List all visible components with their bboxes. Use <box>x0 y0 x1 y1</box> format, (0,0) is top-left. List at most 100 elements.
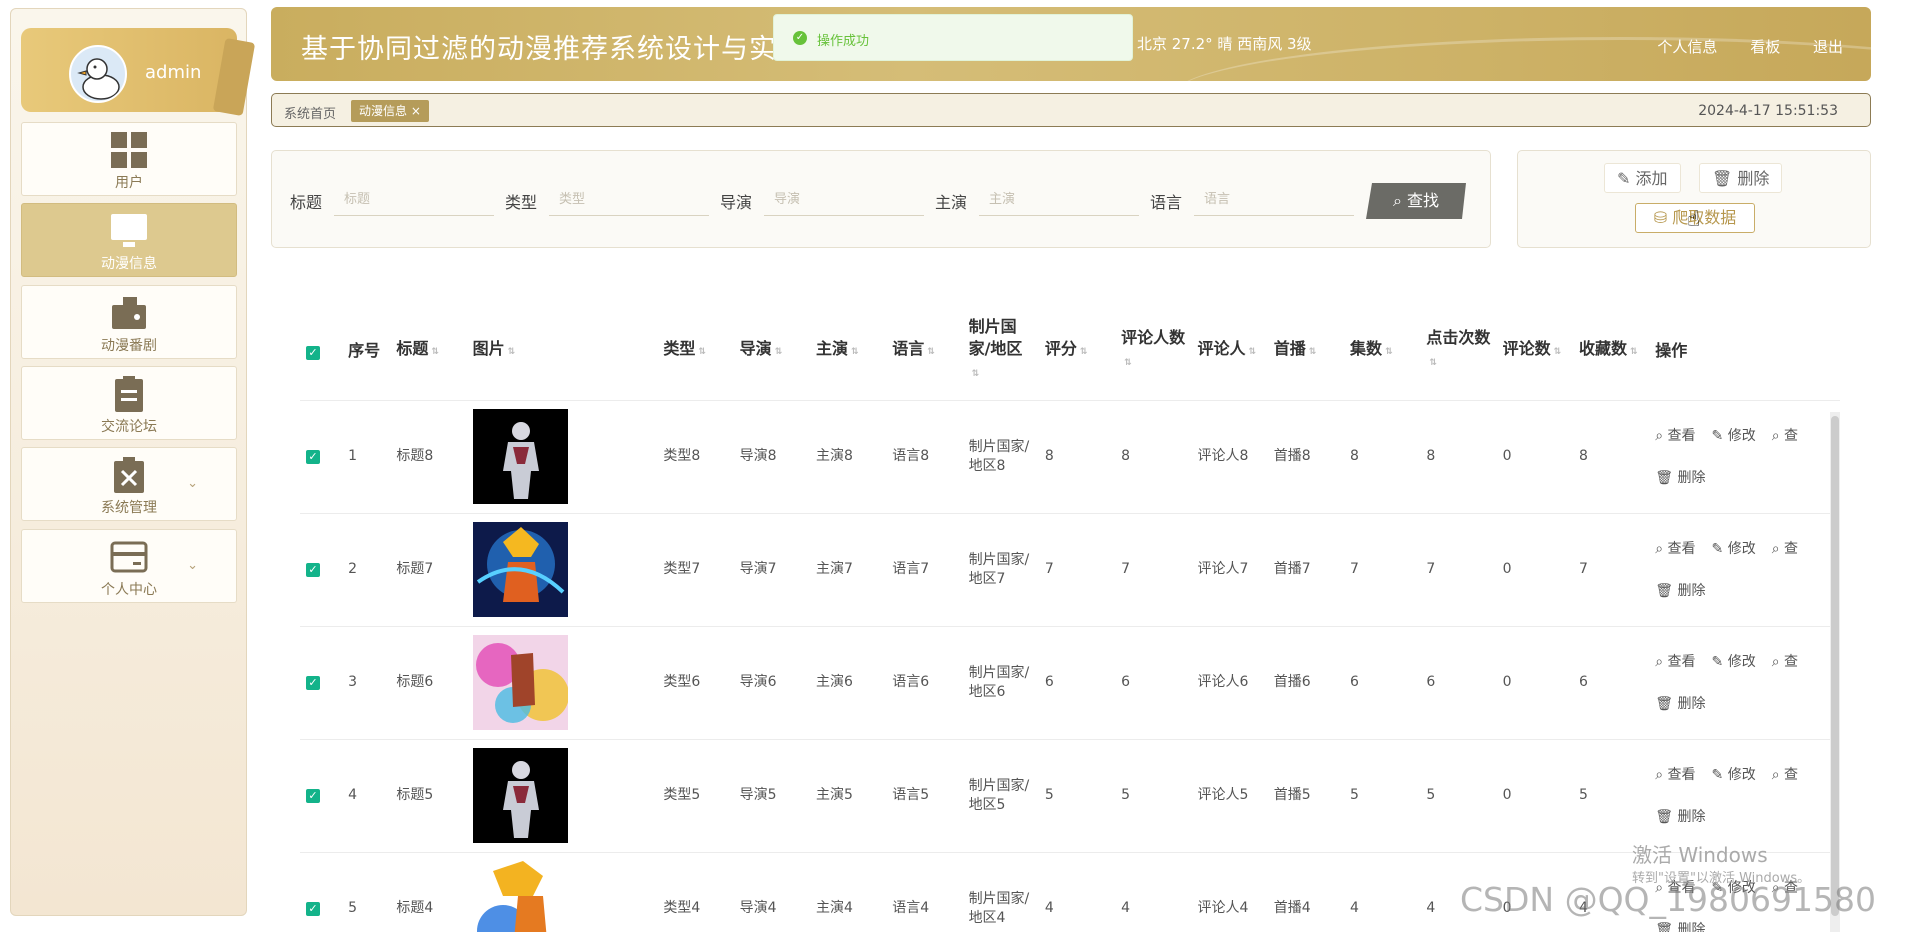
tab-anime-info[interactable]: 动漫信息 × <box>351 100 429 122</box>
sidebar-item-anime-info[interactable]: 动漫信息 <box>21 203 237 277</box>
edit-button[interactable]: ✎ 修改 <box>1712 767 1756 783</box>
type-input[interactable] <box>549 184 709 216</box>
header-comments[interactable]: 评论数 ⇅ <box>1497 302 1573 400</box>
cell-image <box>466 512 658 626</box>
sidebar-item-users[interactable]: 用户 <box>21 122 237 196</box>
database-icon: ⛁ <box>1653 208 1668 227</box>
grid-icon <box>111 132 147 168</box>
search-button[interactable]: ⌕ 查找 <box>1366 183 1466 219</box>
cell-director: 导演5 <box>733 738 810 852</box>
actor-input[interactable] <box>979 184 1139 216</box>
view-button[interactable]: ⌕ 查看 <box>1655 428 1695 444</box>
csdn-watermark: CSDN @QQ_1980691580 <box>1460 880 1876 919</box>
edit-button[interactable]: ✎ 修改 <box>1712 654 1756 670</box>
more-button[interactable]: ⌕ 查 <box>1772 428 1798 444</box>
table-row: ✓ 2 标题7 类型7 导演7 主演7 语言7 制片国家/地区7 7 7 评论人7 首播7 7 7 0 7 ⌕ … <box>300 512 1840 626</box>
sidebar-item-forum[interactable]: 交流论坛 <box>21 366 237 440</box>
sort-icon: ⇅ <box>1429 358 1437 369</box>
sort-icon: ⇅ <box>507 347 516 358</box>
breadcrumb-home[interactable]: 系统首页 <box>284 103 336 122</box>
avatar[interactable] <box>69 45 127 103</box>
add-button[interactable]: ✎ 添加 <box>1604 163 1681 193</box>
header-raters[interactable]: 评论人数⇅ <box>1115 302 1191 400</box>
delete-row-button[interactable]: 🗑 删除 <box>1655 809 1705 825</box>
cell-index: 1 <box>342 399 391 513</box>
cell-index: 3 <box>342 625 391 739</box>
row-checkbox[interactable]: ✓ <box>300 399 343 513</box>
cell-image <box>466 399 658 513</box>
sort-icon: ⇅ <box>971 369 980 380</box>
header-region[interactable]: 制片国家/地区⇅ <box>963 302 1039 400</box>
cell-type: 类型8 <box>657 399 734 513</box>
header-premiere[interactable]: 首播 ⇅ <box>1268 302 1344 400</box>
view-button[interactable]: ⌕ 查看 <box>1655 654 1695 670</box>
cell-director: 导演6 <box>733 625 810 739</box>
header-episodes[interactable]: 集数 ⇅ <box>1344 302 1420 400</box>
cell-favorites: 5 <box>1572 738 1650 852</box>
cell-director: 导演4 <box>733 851 810 932</box>
vertical-scrollbar[interactable] <box>1830 412 1840 932</box>
row-checkbox[interactable]: ✓ <box>300 738 343 852</box>
cell-type: 类型6 <box>657 625 734 739</box>
header-language[interactable]: 语言 ⇅ <box>886 302 962 400</box>
row-checkbox[interactable]: ✓ <box>300 851 343 932</box>
view-button[interactable]: ⌕ 查看 <box>1655 767 1695 783</box>
edit-button[interactable]: ✎ 修改 <box>1712 428 1756 444</box>
header-clicks[interactable]: 点击次数⇅ <box>1420 302 1496 400</box>
more-button[interactable]: ⌕ 查 <box>1772 541 1798 557</box>
sort-icon: ⇅ <box>850 347 859 358</box>
select-all-checkbox[interactable]: ✓ <box>300 302 342 400</box>
cell-clicks: 7 <box>1420 512 1497 626</box>
cell-ops: ⌕ 查看 ✎ 修改 ⌕ 查 🗑 删除 <box>1649 625 1840 739</box>
sort-icon: ⇅ <box>774 347 783 358</box>
sidebar-item-label: 用户 <box>115 175 143 191</box>
header-director[interactable]: 导演 ⇅ <box>734 302 810 400</box>
cell-clicks: 5 <box>1420 738 1497 852</box>
header-reviewer[interactable]: 评论人 ⇅ <box>1191 302 1267 400</box>
header-image[interactable]: 图片 ⇅ <box>467 302 658 400</box>
cell-ops: ⌕ 查看 ✎ 修改 ⌕ 查 🗑 删除 <box>1649 399 1840 513</box>
sort-icon: ⇅ <box>1553 347 1562 358</box>
header-type[interactable]: 类型 ⇅ <box>657 302 733 400</box>
view-button[interactable]: ⌕ 查看 <box>1655 541 1695 557</box>
delete-row-button[interactable]: 🗑 删除 <box>1655 583 1705 599</box>
cell-premiere: 首播8 <box>1267 399 1345 513</box>
cell-ops: ⌕ 查看 ✎ 修改 ⌕ 查 🗑 删除 <box>1649 512 1840 626</box>
more-button[interactable]: ⌕ 查 <box>1772 654 1798 670</box>
cell-comments: 0 <box>1496 625 1573 739</box>
cell-language: 语言8 <box>886 399 963 513</box>
sidebar-item-anime-series[interactable]: 动漫番剧 <box>21 285 237 359</box>
header-actor[interactable]: 主演 ⇅ <box>810 302 886 400</box>
cell-comments: 0 <box>1496 738 1573 852</box>
sidebar-item-system[interactable]: 系统管理 ⌄ <box>21 447 237 521</box>
profile-link[interactable]: 个人信息 <box>1657 38 1717 56</box>
row-checkbox[interactable]: ✓ <box>300 625 343 739</box>
logout-link[interactable]: 退出 <box>1813 38 1843 56</box>
user-card[interactable]: admin <box>21 28 256 117</box>
language-input[interactable] <box>1194 184 1354 216</box>
wallet-icon <box>112 297 146 329</box>
delete-button[interactable]: 🗑 删除 <box>1699 163 1783 193</box>
header-favorites[interactable]: 收藏数 ⇅ <box>1573 302 1649 400</box>
cell-actor: 主演8 <box>809 399 887 513</box>
delete-row-button[interactable]: 🗑 删除 <box>1655 470 1705 486</box>
cell-director: 导演7 <box>733 512 810 626</box>
sidebar-item-profile[interactable]: 个人中心 ⌄ <box>21 529 237 603</box>
sort-icon: ⇅ <box>698 347 706 358</box>
header-score[interactable]: 评分 ⇅ <box>1039 302 1115 400</box>
cell-index: 4 <box>342 738 391 852</box>
cell-favorites: 7 <box>1572 512 1650 626</box>
cell-actor: 主演7 <box>809 512 887 626</box>
cell-language: 语言4 <box>886 851 963 932</box>
title-input[interactable] <box>334 184 494 216</box>
header-title[interactable]: 标题 ⇅ <box>390 302 466 400</box>
dashboard-link[interactable]: 看板 <box>1750 38 1780 56</box>
delete-row-button[interactable]: 🗑 删除 <box>1655 922 1705 932</box>
delete-button-label: 删除 <box>1737 169 1770 188</box>
row-checkbox[interactable]: ✓ <box>300 512 343 626</box>
delete-row-button[interactable]: 🗑 删除 <box>1655 696 1705 712</box>
more-button[interactable]: ⌕ 查 <box>1772 767 1798 783</box>
edit-button[interactable]: ✎ 修改 <box>1712 541 1756 557</box>
search-label: 导演 <box>720 193 753 212</box>
director-input[interactable] <box>764 184 924 216</box>
